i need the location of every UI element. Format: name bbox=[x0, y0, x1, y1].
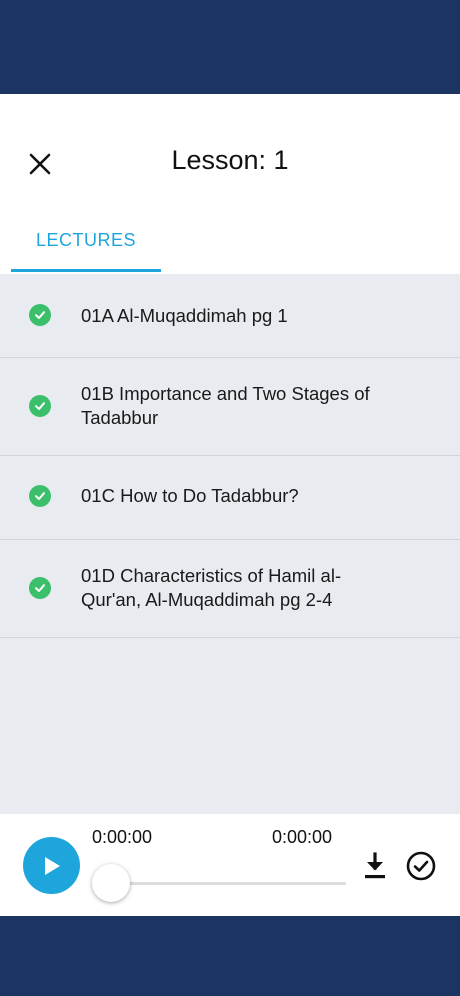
completed-check-icon bbox=[29, 304, 51, 326]
current-time: 0:00:00 bbox=[92, 827, 153, 847]
bottom-home-bar bbox=[0, 916, 460, 996]
seek-thumb[interactable] bbox=[92, 864, 130, 902]
top-status-bar bbox=[0, 0, 460, 94]
lecture-title: 01C How to Do Tadabbur? bbox=[81, 485, 299, 506]
play-icon bbox=[44, 856, 60, 875]
lecture-title: 01D Characteristics of Hamil al-Qur'an, … bbox=[81, 565, 342, 610]
lecture-item[interactable]: 01C How to Do Tadabbur? bbox=[0, 456, 460, 540]
tab-active-indicator bbox=[11, 269, 161, 272]
seek-track[interactable] bbox=[110, 882, 346, 885]
play-button[interactable] bbox=[23, 837, 80, 894]
lecture-item[interactable]: 01D Characteristics of Hamil al-Qur'an, … bbox=[0, 540, 460, 638]
lecture-item[interactable]: 01B Importance and Two Stages of Tadabbu… bbox=[0, 358, 460, 456]
lecture-title: 01B Importance and Two Stages of Tadabbu… bbox=[81, 383, 370, 428]
completed-check-icon bbox=[29, 395, 51, 417]
lecture-title: 01A Al-Muqaddimah pg 1 bbox=[81, 305, 288, 326]
check-circle-icon bbox=[406, 851, 436, 881]
tab-lectures[interactable]: LECTURES bbox=[11, 214, 161, 274]
completed-check-icon bbox=[29, 485, 51, 507]
download-icon bbox=[365, 852, 385, 879]
completed-check-icon bbox=[29, 577, 51, 599]
mark-complete-button[interactable] bbox=[405, 850, 437, 882]
lecture-list: 01A Al-Muqaddimah pg 1 01B Importance an… bbox=[0, 274, 460, 814]
download-button[interactable] bbox=[361, 851, 389, 881]
total-time: 0:00:00 bbox=[272, 827, 333, 847]
tab-lectures-label: LECTURES bbox=[35, 230, 137, 250]
page-title: Lesson: 1 bbox=[171, 145, 289, 175]
lecture-item[interactable]: 01A Al-Muqaddimah pg 1 bbox=[0, 274, 460, 358]
